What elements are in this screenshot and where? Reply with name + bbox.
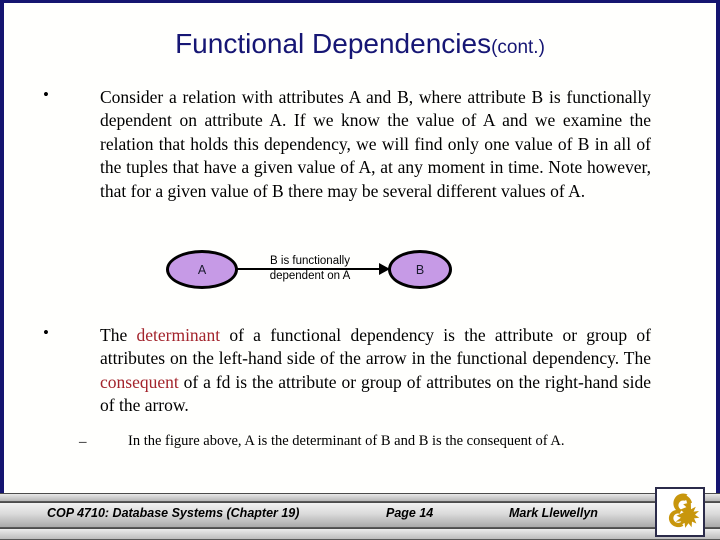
bullet-marker-2: •: [43, 323, 49, 342]
footer-band-top: [0, 493, 720, 502]
page-title: Functional Dependencies(cont.): [0, 27, 720, 65]
footer-course: COP 4710: Database Systems (Chapter 19): [47, 506, 300, 520]
diagram-node-b-label: B: [415, 262, 425, 277]
diagram-arrow-label-line1: B is functionally: [270, 255, 350, 267]
bullet-2-lead: The: [100, 325, 137, 345]
diagram-arrow-label: B is functionally dependent on A: [244, 254, 376, 284]
slide-border-top: [0, 0, 720, 3]
bullet-2-tail: of a fd is the attribute or group of att…: [100, 371, 651, 416]
footer-band-bottom: [0, 528, 720, 540]
bullet-text-1: Consider a relation with attributes A an…: [100, 87, 651, 201]
bullet-marker-1: •: [43, 85, 49, 104]
title-main: Functional Dependencies: [175, 28, 492, 59]
ucf-pegasus-logo-icon: [655, 487, 705, 537]
term-determinant: determinant: [136, 325, 221, 345]
term-consequent: consequent: [100, 371, 179, 392]
bullet-text-2: The determinant of a functional dependen…: [100, 324, 651, 418]
diagram-node-a-label: A: [197, 262, 207, 277]
footer-author: Mark Llewellyn: [509, 506, 598, 520]
pegasus-svg: [668, 493, 700, 528]
slide-border-left: [0, 0, 4, 493]
bullet-text-3: In the figure above, A is the determinan…: [128, 433, 565, 449]
diagram-node-a: A: [166, 250, 238, 289]
fd-diagram: A B is functionally dependent on A B: [150, 243, 480, 305]
diagram-arrow-label-line2: dependent on A: [269, 270, 351, 282]
title-continuation: (cont.): [491, 37, 545, 58]
bullet-marker-3: –: [79, 434, 87, 450]
slide-footer: COP 4710: Database Systems (Chapter 19) …: [0, 493, 720, 540]
slide-border-right: [716, 0, 720, 493]
footer-page-number: Page 14: [386, 506, 434, 520]
slide: Functional Dependencies(cont.) • Conside…: [0, 0, 720, 540]
diagram-node-b: B: [388, 250, 452, 289]
